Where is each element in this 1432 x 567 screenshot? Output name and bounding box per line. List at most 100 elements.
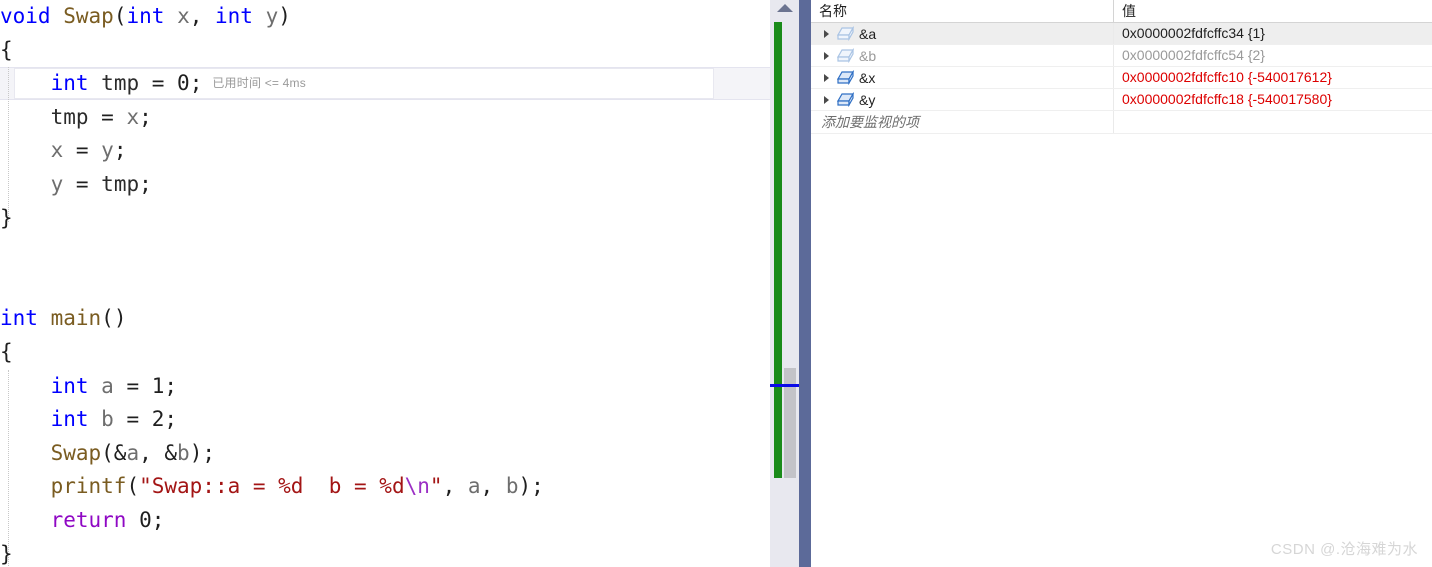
code-token: ; (164, 407, 178, 432)
code-lines[interactable]: void Swap(int x, int y) { int tmp = 0; 已用时… (0, 0, 770, 567)
watch-row-name-cell[interactable]: &b (811, 45, 1114, 66)
watch-row-expression[interactable]: &b (859, 48, 876, 64)
code-token: tmp (101, 171, 140, 196)
code-line-text: { (0, 34, 13, 68)
code-token: = (88, 104, 127, 129)
code-token: , (189, 4, 216, 28)
chevron-right-icon[interactable] (817, 89, 835, 110)
watch-row[interactable]: &y 0x0000002fdfcffc18 {-540017580} (811, 89, 1432, 111)
code-line-text: void Swap(int x, int y) (0, 0, 291, 34)
watch-row-name-cell[interactable]: &x (811, 67, 1114, 88)
csdn-watermark: CSDN @.沧海难为水 (1270, 541, 1418, 558)
code-token: { (0, 37, 13, 62)
watch-row-value[interactable]: 0x0000002fdfcffc54 {2} (1114, 45, 1432, 66)
code-token: x (177, 4, 190, 28)
code-line[interactable]: Swap(&a, &b); (0, 437, 770, 471)
code-token: a (101, 373, 114, 398)
code-token: Swap (63, 4, 114, 28)
code-token: 1 (151, 373, 165, 398)
code-line-text: { (0, 336, 13, 370)
visual-studio-debug-view: void Swap(int x, int y) { int tmp = 0; 已用时… (0, 0, 1432, 567)
code-line[interactable]: void Swap(int x, int y) (0, 0, 770, 34)
code-token: tmp (50, 104, 89, 129)
watch-rows-container[interactable]: &a 0x0000002fdfcffc34 {1} &b 0x0000002fdfcf… (811, 23, 1432, 111)
code-line[interactable]: { (0, 34, 770, 68)
code-token: void (0, 4, 51, 28)
chevron-right-icon[interactable] (817, 23, 835, 44)
code-line[interactable]: printf("Swap::a = %d b = %d\n", a, b); (0, 470, 770, 504)
code-line-text: } (0, 202, 13, 236)
object-cube-icon (835, 89, 855, 110)
code-line[interactable] (0, 269, 770, 303)
pane-divider[interactable] (799, 0, 811, 567)
code-line[interactable]: int a = 1; (0, 370, 770, 404)
code-line[interactable]: y = tmp; (0, 168, 770, 202)
code-token: ; (151, 507, 165, 532)
code-token: int (215, 4, 253, 28)
add-watch-value-cell[interactable] (1114, 111, 1432, 133)
watch-row[interactable]: &x 0x0000002fdfcffc10 {-540017612} (811, 67, 1432, 89)
watch-row-expression[interactable]: &x (859, 70, 875, 86)
code-line[interactable]: return 0; (0, 504, 770, 538)
code-line[interactable]: int main() (0, 302, 770, 336)
watch-row-value[interactable]: 0x0000002fdfcffc18 {-540017580} (1114, 89, 1432, 110)
watch-row-name-cell[interactable]: &y (811, 89, 1114, 110)
code-line-text: int b = 2; (0, 403, 178, 437)
code-token: , (480, 474, 506, 499)
watch-row-expression[interactable]: &y (859, 92, 875, 108)
watch-row[interactable]: &a 0x0000002fdfcffc34 {1} (811, 23, 1432, 45)
code-token: } (0, 541, 13, 566)
code-token: int (50, 373, 89, 398)
code-editor-pane[interactable]: void Swap(int x, int y) { int tmp = 0; 已用时… (0, 0, 770, 567)
caret-up-icon[interactable] (777, 4, 793, 12)
code-line[interactable]: } (0, 538, 770, 567)
code-line-text: return 0; (0, 504, 165, 538)
watch-row-value[interactable]: 0x0000002fdfcffc34 {1} (1114, 23, 1432, 44)
code-line[interactable]: tmp = x; (0, 101, 770, 135)
code-line[interactable]: { (0, 336, 770, 370)
code-token: x (126, 104, 140, 129)
code-token: main (50, 306, 102, 331)
code-token: ) (278, 4, 291, 28)
code-token: "Swap::a = %d b = %d (139, 474, 405, 499)
watch-row-value[interactable]: 0x0000002fdfcffc10 {-540017612} (1114, 67, 1432, 88)
code-token: ; (164, 373, 178, 398)
watch-row-expression[interactable]: &a (859, 26, 876, 42)
code-token: ; (139, 104, 152, 129)
code-line[interactable]: x = y; (0, 134, 770, 168)
code-token: int (126, 4, 165, 28)
editor-vertical-scrollbar[interactable] (770, 0, 799, 567)
add-watch-row[interactable]: 添加要监视的项 (811, 111, 1432, 134)
chevron-right-icon[interactable] (817, 45, 835, 66)
code-token: ); (518, 474, 544, 499)
code-token: int (50, 71, 89, 96)
watch-row-name-cell[interactable]: &a (811, 23, 1114, 44)
code-line[interactable]: } (0, 202, 770, 236)
code-line[interactable]: int tmp = 0; 已用时间 <= 4ms (0, 67, 770, 101)
code-token: ; (189, 71, 203, 96)
code-line[interactable]: int b = 2; (0, 403, 770, 437)
watch-row[interactable]: &b 0x0000002fdfcffc54 {2} (811, 45, 1432, 67)
code-token: } (0, 205, 13, 230)
code-line[interactable] (0, 235, 770, 269)
code-token: 0 (139, 507, 152, 532)
add-watch-placeholder[interactable]: 添加要监视的项 (811, 111, 1114, 133)
watch-panel[interactable]: 名称 值 &a 0x0000002fdfcffc34 {1} &b 0x0000002… (811, 0, 1432, 567)
code-token: = (113, 407, 152, 432)
code-token: = (139, 71, 178, 96)
code-token: a (467, 474, 481, 499)
watch-column-header-name[interactable]: 名称 (811, 0, 1114, 22)
code-token: printf (50, 474, 127, 499)
code-token: { (0, 339, 13, 364)
chevron-right-icon[interactable] (817, 67, 835, 88)
code-token: 0 (177, 71, 190, 96)
watch-column-header-value[interactable]: 值 (1114, 0, 1432, 22)
code-token: a (126, 440, 140, 465)
code-token: b (505, 474, 519, 499)
code-token: Swap (50, 440, 102, 465)
